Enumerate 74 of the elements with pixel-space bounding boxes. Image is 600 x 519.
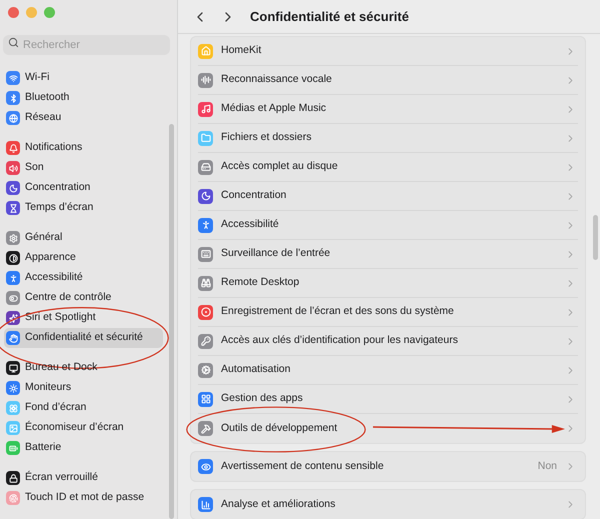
sidebar-label: Confidentialité et sécurité xyxy=(25,330,143,346)
row-value: Non xyxy=(538,458,557,474)
sidebar-item[interactable]: Économiseur d’écran xyxy=(4,418,163,438)
sidebar-label: Siri et Spotlight xyxy=(25,310,96,326)
row-label: HomeKit xyxy=(221,43,262,58)
settings-row[interactable]: Analyse et améliorations xyxy=(198,490,578,519)
sidebar-label: Son xyxy=(25,160,44,176)
sidebar-item[interactable]: Son xyxy=(4,158,163,178)
sidebar-item[interactable]: Général xyxy=(4,228,163,248)
sidebar-label: Wi-Fi xyxy=(25,70,50,86)
search-icon xyxy=(8,37,19,48)
row-label: Outils de développement xyxy=(221,420,338,436)
row-label: Surveillance de l’entrée xyxy=(221,246,330,262)
row-label: Automatisation xyxy=(221,362,290,378)
row-label: Fichiers et dossiers xyxy=(221,130,312,146)
sidebar-label: Économiseur d’écran xyxy=(25,420,124,436)
sidebar-item[interactable]: Wi-Fi xyxy=(4,68,163,88)
sidebar-label: Réseau xyxy=(25,110,62,126)
sidebar-label: Notifications xyxy=(25,140,82,156)
row-label: Concentration xyxy=(221,188,286,204)
settings-row[interactable]: HomeKit xyxy=(198,37,578,66)
sidebar-item[interactable]: Fond d’écran xyxy=(4,398,163,418)
row-label: Enregistrement de l’écran et des sons du système xyxy=(221,304,454,320)
settings-row[interactable]: Concentration xyxy=(198,182,578,211)
sidebar-item[interactable]: Écran verrouillé xyxy=(4,468,163,488)
settings-row[interactable]: Fichiers et dossiers xyxy=(198,124,578,153)
sidebar-item[interactable]: Confidentialité et sécurité xyxy=(4,328,163,348)
settings-row[interactable]: Accessibilité xyxy=(198,211,578,240)
row-label: Accès complet au disque xyxy=(221,159,338,174)
sidebar-label: Concentration xyxy=(25,180,90,196)
sidebar-label: Touch ID et mot de passe xyxy=(25,490,144,506)
settings-row[interactable]: Enregistrement de l’écran et des sons du système xyxy=(198,298,578,327)
sidebar-item[interactable]: Centre de contrôle xyxy=(4,288,163,308)
scrollbar xyxy=(593,215,598,260)
settings-row[interactable]: Gestion des apps xyxy=(198,385,578,414)
sidebar-item[interactable]: Accessibilité xyxy=(4,268,163,288)
sidebar-label: Accessibilité xyxy=(25,270,83,286)
settings-row[interactable]: Reconnaissance vocale xyxy=(198,66,578,95)
settings-row[interactable]: Accès aux clés d’identification pour les navigateurs xyxy=(198,327,578,356)
sidebar-item[interactable]: Batterie xyxy=(4,438,163,458)
sidebar-label: Moniteurs xyxy=(25,380,72,396)
sidebar-item[interactable]: Moniteurs xyxy=(4,378,163,398)
sidebar-label: Batterie xyxy=(25,440,62,456)
sidebar-item[interactable]: Notifications xyxy=(4,138,163,158)
sidebar-item[interactable]: Réseau xyxy=(4,108,163,128)
sidebar-item[interactable]: Apparence xyxy=(4,248,163,268)
sidebar-label: Fond d’écran xyxy=(25,400,86,416)
sidebar-item[interactable]: Concentration xyxy=(4,178,163,198)
sidebar-item[interactable]: Touch ID et mot de passe xyxy=(4,488,163,508)
row-label: Analyse et améliorations xyxy=(221,496,336,512)
sidebar-item[interactable]: Bluetooth xyxy=(4,88,163,108)
settings-row[interactable]: Médias et Apple Music xyxy=(198,95,578,124)
row-label: Accès aux clés d’identification pour les navigateurs xyxy=(221,333,458,348)
row-label: Remote Desktop xyxy=(221,275,300,290)
window-title: Confidentialité et sécurité xyxy=(250,8,409,26)
sidebar-label: Général xyxy=(25,230,62,246)
settings-row[interactable]: Surveillance de l’entrée xyxy=(198,240,578,269)
row-label: Gestion des apps xyxy=(221,391,303,406)
row-label: Médias et Apple Music xyxy=(221,101,326,116)
row-label: Accessibilité xyxy=(221,217,279,232)
sidebar-label: Temps d’écran xyxy=(25,200,94,216)
settings-row[interactable]: Accès complet au disque xyxy=(198,153,578,182)
sidebar-label: Écran verrouillé xyxy=(25,470,98,486)
sidebar-label: Centre de contrôle xyxy=(25,290,112,306)
row-label: Avertissement de contenu sensible xyxy=(221,458,384,474)
settings-row[interactable]: Avertissement de contenu sensible Non xyxy=(198,452,578,481)
row-label: Reconnaissance vocale xyxy=(221,72,332,88)
sidebar-item[interactable]: Temps d’écran xyxy=(4,198,163,218)
settings-row[interactable]: Automatisation xyxy=(198,356,578,385)
sidebar-label: Apparence xyxy=(25,250,76,266)
settings-row[interactable]: Remote Desktop xyxy=(198,269,578,298)
sidebar-label: Bluetooth xyxy=(25,90,70,106)
sidebar-item[interactable]: Siri et Spotlight xyxy=(4,308,163,328)
search-field[interactable]: Rechercher xyxy=(3,35,170,55)
